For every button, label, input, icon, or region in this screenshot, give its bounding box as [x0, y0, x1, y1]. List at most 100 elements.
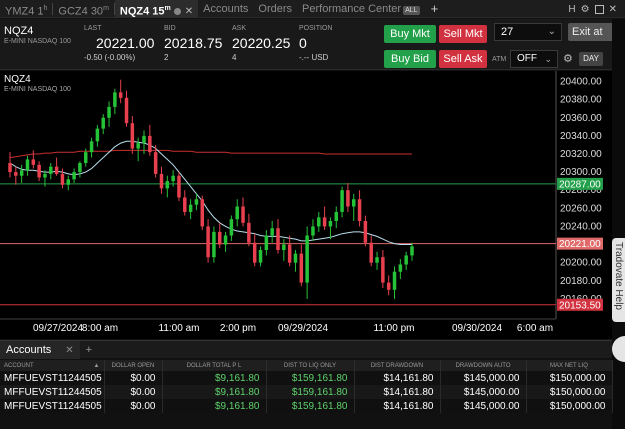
gear-icon[interactable]: ⚙ [581, 4, 590, 15]
buy-mkt-button[interactable]: Buy Mkt [384, 25, 436, 43]
candle-body [72, 172, 76, 180]
tab-accounts-panel[interactable]: Accounts ✕ [0, 340, 80, 359]
workspace-tabbar: YMZ4 1h GCZ4 30m NQZ4 15m ✕ Accounts Orde… [0, 0, 625, 18]
tab-performance-center[interactable]: Performance Center ALL [297, 0, 425, 18]
last-value: 20221.00 [96, 35, 155, 51]
candle-body [8, 163, 12, 173]
candle-body [89, 141, 94, 153]
candle-body [369, 242, 373, 263]
gear-icon[interactable]: ⚙ [563, 52, 573, 65]
candle-body [287, 244, 292, 263]
candle-body [159, 173, 164, 189]
col-header[interactable]: DOLLAR OPEN [104, 360, 163, 371]
atm-strategy-select[interactable]: OFF ⌄ [510, 50, 558, 68]
candle-body [276, 228, 280, 250]
help-tab[interactable]: Tradovate Help [612, 238, 625, 322]
sell-mkt-button[interactable]: Sell Mkt [439, 25, 487, 43]
y-tick-label: 20380.00 [560, 95, 602, 106]
maximize-icon[interactable] [594, 4, 604, 14]
col-header[interactable]: DRAWDOWN AUTO [440, 360, 527, 371]
x-tick-label: 09/30/2024 [452, 323, 502, 334]
candle-body [43, 173, 47, 178]
candle-body [398, 264, 403, 272]
tab-orders[interactable]: Orders [253, 0, 297, 18]
candle-body [305, 235, 309, 283]
bid-column: BID 20218.75 2 [164, 25, 223, 62]
last-column: LAST 20221.00 -0.50 (-0.00%) [84, 25, 155, 62]
add-panel-tab-button[interactable]: + [80, 344, 98, 356]
col-header[interactable]: ACCOUNT ▲ [0, 360, 105, 371]
candle-body [60, 173, 65, 185]
col-header[interactable]: DIST TO LIQ ONLY [266, 360, 355, 371]
candle-body [107, 106, 111, 118]
chevron-down-icon: ⌄ [544, 54, 552, 64]
exit-at-button[interactable]: Exit at [568, 23, 614, 41]
candle-body [392, 271, 397, 290]
sma-slow-line [9, 149, 412, 159]
position-value: 0 [299, 35, 307, 51]
col-header[interactable]: DIST DRAWDOWN [354, 360, 441, 371]
x-tick-label: 6:00 am [517, 323, 553, 334]
candle-body [19, 170, 24, 176]
x-tick-label: 11:00 am [159, 323, 200, 334]
candle-body [31, 159, 36, 165]
add-tab-button[interactable]: + [425, 1, 445, 16]
y-tick-label: 20340.00 [560, 131, 602, 142]
candle-body [78, 163, 82, 173]
table-row[interactable]: MFFUEVST11244505 $0.00 $9,161.80 $159,16… [0, 385, 613, 399]
close-icon[interactable]: ✕ [65, 345, 73, 356]
candle-body [49, 166, 53, 174]
table-row[interactable]: MFFUEVST11244505 $0.00 $9,161.80 $159,16… [0, 371, 613, 385]
candle-body [386, 282, 391, 290]
candle-body [293, 253, 298, 263]
quote-symbol: NQZ4 [4, 25, 34, 37]
y-tick-label: 20400.00 [560, 77, 602, 88]
tab-gcz4[interactable]: GCZ4 30m [53, 0, 113, 18]
candle-body [66, 179, 71, 185]
sma-fast-line [9, 140, 412, 245]
candle-body [171, 175, 175, 182]
candle-body [130, 123, 135, 149]
candle-body [235, 206, 239, 220]
ask-value: 20220.25 [232, 35, 291, 51]
ask-column: ASK 20220.25 4 [232, 25, 291, 62]
bid-value: 20218.75 [164, 35, 223, 51]
x-tick-label: 09/27/2024 [33, 323, 83, 334]
price-tag-label: 20153.50 [559, 300, 601, 311]
quantity-select[interactable]: 27 ⌄ [494, 23, 562, 41]
candlestick-chart[interactable]: 20160.0020180.0020200.0020220.0020240.00… [0, 71, 612, 339]
tab-accounts[interactable]: Accounts [198, 0, 253, 18]
candle-body [83, 152, 88, 164]
candle-body [95, 128, 100, 142]
candle-body [217, 231, 222, 245]
candle-body [54, 166, 59, 174]
h-button[interactable]: H [568, 4, 575, 15]
price-tag-label: 20287.00 [559, 179, 601, 190]
x-tick-label: 11:00 pm [374, 323, 415, 334]
col-header[interactable]: DOLLAR TOTAL P L [162, 360, 267, 371]
candle-body [381, 257, 385, 283]
sort-up-icon[interactable]: ▲ [94, 363, 103, 369]
price-tag-label: 20221.00 [559, 239, 601, 250]
buy-bid-button[interactable]: Buy Bid [384, 50, 436, 68]
y-tick-label: 20360.00 [560, 113, 602, 124]
duration-day-button[interactable]: DAY [579, 52, 603, 66]
candle-body [334, 211, 339, 221]
table-row[interactable]: MFFUEVST11244505 $0.00 $9,161.80 $159,16… [0, 399, 613, 413]
close-icon[interactable]: ✕ [185, 6, 193, 17]
candle-body [188, 204, 193, 212]
candle-body [153, 152, 158, 174]
candle-body [165, 181, 170, 189]
tab-nqz4[interactable]: NQZ4 15m ✕ [114, 0, 199, 18]
col-header[interactable]: MAX NET LIQ [526, 360, 613, 371]
tab-ymz4[interactable]: YMZ4 1h [0, 0, 52, 18]
candle-body [340, 190, 344, 212]
bid-size: 2 [164, 53, 169, 62]
close-icon[interactable]: ✕ [609, 4, 617, 15]
candle-body [346, 190, 350, 207]
x-tick-label: 8:00 am [82, 323, 118, 334]
price-chart[interactable]: 20160.0020180.0020200.0020220.0020240.00… [0, 71, 612, 339]
sell-ask-button[interactable]: Sell Ask [439, 50, 487, 68]
table-header-row: ACCOUNT ▲ DOLLAR OPEN DOLLAR TOTAL P L D… [0, 360, 613, 371]
candle-body [124, 97, 129, 124]
